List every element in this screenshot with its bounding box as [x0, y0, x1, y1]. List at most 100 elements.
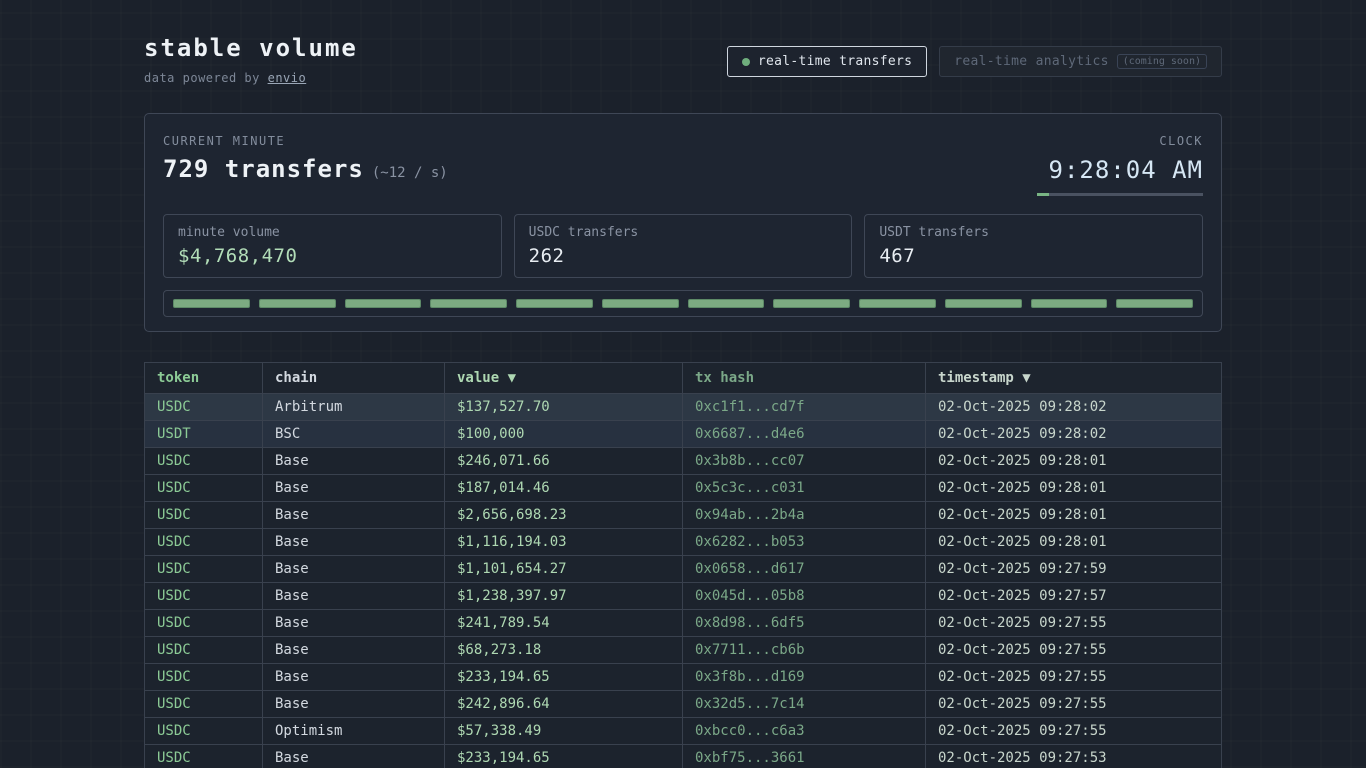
cell-token: USDC: [145, 691, 263, 718]
tab-bar: real-time transfers real-time analytics …: [727, 46, 1222, 77]
coming-soon-badge: (coming soon): [1117, 54, 1207, 69]
minute-segments: [163, 290, 1203, 317]
cell-hash[interactable]: 0x6687...d4e6: [683, 421, 926, 448]
minute-segment: [1031, 299, 1108, 308]
page-title: stable volume: [144, 34, 358, 62]
table-row: USDCBase$1,101,654.270x0658...d61702-Oct…: [145, 556, 1222, 583]
cell-token: USDC: [145, 394, 263, 421]
cell-timestamp: 02-Oct-2025 09:27:55: [926, 691, 1222, 718]
transfer-count: 729 transfers(~12 / s): [163, 155, 448, 183]
cell-hash[interactable]: 0x8d98...6df5: [683, 610, 926, 637]
cell-hash[interactable]: 0xbf75...3661: [683, 745, 926, 768]
clock-block: CLOCK 9:28:04 AM: [1037, 134, 1203, 196]
transfers-table: token chain value ▼ tx hash timestamp ▼ …: [144, 362, 1222, 768]
minute-segment: [345, 299, 422, 308]
table-row: USDTBSC$100,0000x6687...d4e602-Oct-2025 …: [145, 421, 1222, 448]
header-token: token: [145, 363, 263, 394]
cell-value: $1,238,397.97: [445, 583, 683, 610]
cell-timestamp: 02-Oct-2025 09:27:55: [926, 637, 1222, 664]
minute-segment: [173, 299, 250, 308]
tab-label: real-time transfers: [758, 54, 912, 69]
cell-hash[interactable]: 0x6282...b053: [683, 529, 926, 556]
cell-hash[interactable]: 0x94ab...2b4a: [683, 502, 926, 529]
cell-hash[interactable]: 0x045d...05b8: [683, 583, 926, 610]
page-container: stable volume data powered by envio real…: [144, 0, 1222, 768]
cell-hash[interactable]: 0x5c3c...c031: [683, 475, 926, 502]
cell-token: USDC: [145, 637, 263, 664]
table-row: USDCBase$233,194.650x3f8b...d16902-Oct-2…: [145, 664, 1222, 691]
cell-token: USDC: [145, 718, 263, 745]
tab-real-time-transfers[interactable]: real-time transfers: [727, 46, 927, 77]
tx-table-body: USDCArbitrum$137,527.700xc1f1...cd7f02-O…: [145, 394, 1222, 768]
cell-chain: Base: [263, 637, 445, 664]
title-block: stable volume data powered by envio: [144, 34, 358, 85]
cell-chain: Base: [263, 610, 445, 637]
header-timestamp-sort[interactable]: timestamp ▼: [926, 363, 1222, 394]
subtitle: data powered by envio: [144, 71, 358, 85]
cell-chain: Base: [263, 529, 445, 556]
cell-chain: Base: [263, 556, 445, 583]
panel-top: CURRENT MINUTE 729 transfers(~12 / s) CL…: [163, 134, 1203, 196]
table-header: token chain value ▼ tx hash timestamp ▼: [145, 363, 1222, 394]
tab-label: real-time analytics: [954, 54, 1108, 69]
cell-timestamp: 02-Oct-2025 09:27:57: [926, 583, 1222, 610]
table-row: USDCBase$233,194.650xbf75...366102-Oct-2…: [145, 745, 1222, 768]
cell-timestamp: 02-Oct-2025 09:28:02: [926, 394, 1222, 421]
cell-hash[interactable]: 0x7711...cb6b: [683, 637, 926, 664]
minute-segment: [859, 299, 936, 308]
minute-segment: [1116, 299, 1193, 308]
cell-token: USDC: [145, 664, 263, 691]
cell-value: $233,194.65: [445, 745, 683, 768]
clock-time: 9:28:04 AM: [1037, 156, 1203, 184]
cell-hash[interactable]: 0xbcc0...c6a3: [683, 718, 926, 745]
stat-label: USDT transfers: [879, 225, 1188, 240]
minute-segment: [945, 299, 1022, 308]
cell-timestamp: 02-Oct-2025 09:28:02: [926, 421, 1222, 448]
cell-value: $57,338.49: [445, 718, 683, 745]
cell-value: $241,789.54: [445, 610, 683, 637]
stat-usdt-transfers: USDT transfers 467: [864, 214, 1203, 278]
cell-timestamp: 02-Oct-2025 09:27:55: [926, 610, 1222, 637]
table-row: USDCBase$246,071.660x3b8b...cc0702-Oct-2…: [145, 448, 1222, 475]
stats-row: minute volume $4,768,470 USDC transfers …: [163, 214, 1203, 278]
cell-hash[interactable]: 0x32d5...7c14: [683, 691, 926, 718]
minute-segment: [773, 299, 850, 308]
cell-timestamp: 02-Oct-2025 09:28:01: [926, 448, 1222, 475]
table-row: USDCBase$1,116,194.030x6282...b05302-Oct…: [145, 529, 1222, 556]
table-row: USDCArbitrum$137,527.700xc1f1...cd7f02-O…: [145, 394, 1222, 421]
cell-value: $1,101,654.27: [445, 556, 683, 583]
transfer-count-value: 729 transfers: [163, 155, 364, 183]
cell-chain: BSC: [263, 421, 445, 448]
stat-label: minute volume: [178, 225, 487, 240]
cell-hash[interactable]: 0xc1f1...cd7f: [683, 394, 926, 421]
cell-value: $242,896.64: [445, 691, 683, 718]
cell-hash[interactable]: 0x3b8b...cc07: [683, 448, 926, 475]
cell-timestamp: 02-Oct-2025 09:28:01: [926, 529, 1222, 556]
cell-value: $137,527.70: [445, 394, 683, 421]
cell-value: $100,000: [445, 421, 683, 448]
cell-value: $68,273.18: [445, 637, 683, 664]
minute-segment: [688, 299, 765, 308]
cell-value: $233,194.65: [445, 664, 683, 691]
stat-value: $4,768,470: [178, 245, 487, 267]
cell-token: USDC: [145, 502, 263, 529]
tab-real-time-analytics[interactable]: real-time analytics (coming soon): [939, 46, 1222, 77]
cell-token: USDC: [145, 583, 263, 610]
cell-hash[interactable]: 0x0658...d617: [683, 556, 926, 583]
cell-chain: Base: [263, 502, 445, 529]
cell-value: $187,014.46: [445, 475, 683, 502]
header-value-sort[interactable]: value ▼: [445, 363, 683, 394]
envio-link[interactable]: envio: [268, 71, 307, 85]
cell-value: $1,116,194.03: [445, 529, 683, 556]
cell-timestamp: 02-Oct-2025 09:27:53: [926, 745, 1222, 768]
clock-label: CLOCK: [1037, 134, 1203, 148]
cell-chain: Optimism: [263, 718, 445, 745]
minute-segment: [259, 299, 336, 308]
cell-chain: Base: [263, 664, 445, 691]
live-dot-icon: [742, 58, 750, 66]
count-block: CURRENT MINUTE 729 transfers(~12 / s): [163, 134, 448, 183]
table-row: USDCBase$68,273.180x7711...cb6b02-Oct-20…: [145, 637, 1222, 664]
cell-hash[interactable]: 0x3f8b...d169: [683, 664, 926, 691]
cell-token: USDC: [145, 745, 263, 768]
stat-minute-volume: minute volume $4,768,470: [163, 214, 502, 278]
